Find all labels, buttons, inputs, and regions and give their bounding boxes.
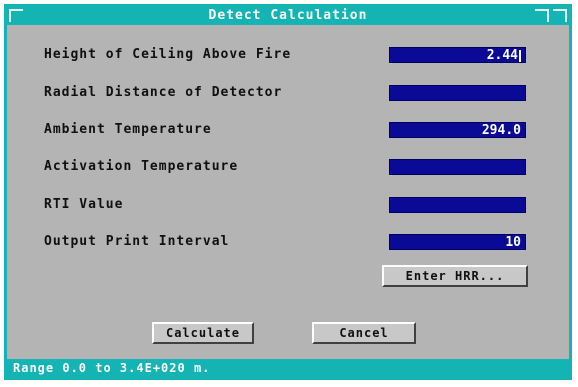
dialog-title: Detect Calculation xyxy=(208,8,368,23)
ceiling-height-label: Height of Ceiling Above Fire xyxy=(44,47,292,62)
rti-value-label: RTI Value xyxy=(44,197,124,212)
ceiling-height-input[interactable]: 2.44 xyxy=(389,47,526,63)
output-print-interval-label: Output Print Interval xyxy=(44,234,230,249)
output-print-interval-input[interactable]: 10 xyxy=(389,234,526,250)
radial-distance-input[interactable] xyxy=(389,85,526,101)
ambient-temperature-input[interactable]: 294.0 xyxy=(389,122,526,138)
cancel-button[interactable]: Cancel xyxy=(312,322,416,344)
text-caret xyxy=(519,49,521,62)
ceiling-height-value: 2.44 xyxy=(486,48,518,63)
status-bar: Range 0.0 to 3.4E+020 m. xyxy=(7,359,569,377)
radial-distance-label: Radial Distance of Detector xyxy=(44,85,283,100)
status-text: Range 0.0 to 3.4E+020 m. xyxy=(13,361,211,375)
maximize-icon[interactable] xyxy=(553,9,567,22)
activation-temperature-input[interactable] xyxy=(389,159,526,175)
minimize-icon[interactable] xyxy=(535,9,549,22)
detect-calculation-dialog: Detect Calculation Height of Ceiling Abo… xyxy=(4,4,572,380)
rti-value-input[interactable] xyxy=(389,197,526,213)
enter-hrr-button[interactable]: Enter HRR... xyxy=(382,265,528,287)
title-bar[interactable]: Detect Calculation xyxy=(7,7,569,25)
activation-temperature-label: Activation Temperature xyxy=(44,159,239,174)
ambient-temperature-label: Ambient Temperature xyxy=(44,122,212,137)
calculate-button[interactable]: Calculate xyxy=(152,322,254,344)
